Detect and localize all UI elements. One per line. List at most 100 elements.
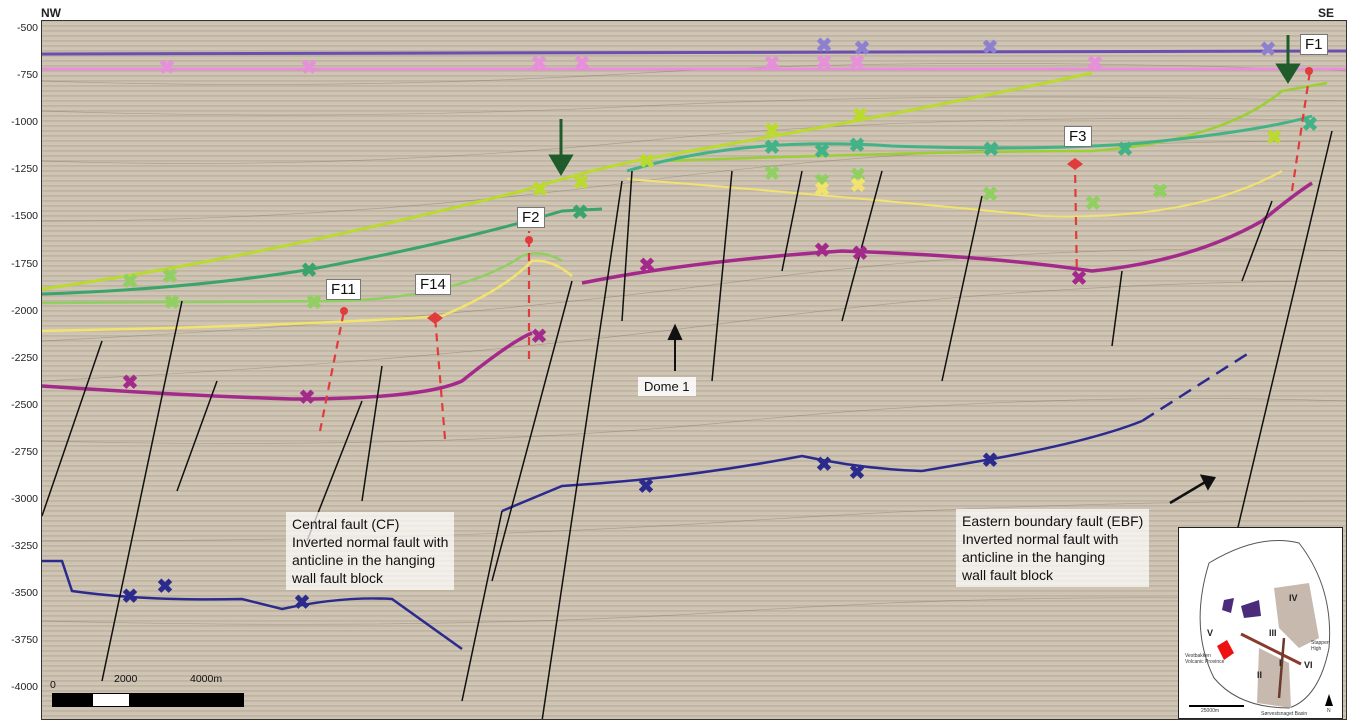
- fault-label-f14: F14: [415, 274, 451, 295]
- region-v: V: [1207, 628, 1214, 638]
- seismic-figure: NW SE -500 -750 -1000 -1250 -1500 -1750 -2000 -…: [0, 0, 1352, 727]
- svg-text:✖: ✖: [1152, 181, 1169, 203]
- scale-bar: [52, 693, 244, 707]
- depth-tick-label: -2250: [11, 351, 38, 364]
- depth-tick-label: -1250: [11, 163, 38, 176]
- svg-text:✖: ✖: [572, 202, 589, 224]
- svg-text:✖: ✖: [157, 576, 174, 598]
- svg-text:✖: ✖: [1260, 39, 1277, 61]
- svg-text:✖: ✖: [531, 326, 548, 348]
- nw-label: NW: [41, 6, 61, 20]
- fault-label-f11: F11: [326, 279, 361, 300]
- svg-text:✖: ✖: [982, 37, 999, 59]
- svg-text:✖: ✖: [1071, 268, 1088, 290]
- svg-text:✖: ✖: [849, 135, 866, 157]
- inset-basin-label: Sørvestsnaget Basin: [1261, 711, 1308, 717]
- svg-text:✖: ✖: [294, 592, 311, 614]
- svg-text:✖: ✖: [982, 184, 999, 206]
- depth-tick-label: -3250: [11, 540, 38, 553]
- scale-zero: 0: [50, 679, 56, 691]
- inset-north-label: N: [1327, 708, 1331, 714]
- depth-tick-label: -500: [16, 22, 38, 34]
- depth-tick-label: -2500: [11, 398, 38, 411]
- svg-text:✖: ✖: [814, 141, 831, 163]
- svg-text:✖: ✖: [573, 172, 590, 194]
- svg-text:✖: ✖: [764, 53, 781, 75]
- svg-text:✖: ✖: [852, 105, 869, 127]
- depth-tick-label: -1750: [11, 257, 38, 270]
- horizon-yellow-east: [626, 170, 1283, 218]
- svg-text:✖: ✖: [299, 387, 316, 409]
- svg-text:✖: ✖: [1266, 127, 1283, 149]
- svg-text:✖: ✖: [122, 586, 139, 608]
- svg-text:✖: ✖: [982, 450, 999, 472]
- svg-text:✖: ✖: [164, 292, 181, 314]
- svg-text:✖: ✖: [639, 151, 656, 173]
- depth-tick-label: -1000: [11, 116, 38, 129]
- svg-text:✖: ✖: [850, 175, 867, 197]
- svg-text:✖: ✖: [816, 454, 833, 476]
- scale-end: 4000m: [190, 673, 223, 685]
- inset-map: [1189, 540, 1333, 709]
- svg-text:✖: ✖: [531, 53, 548, 75]
- svg-text:✖: ✖: [1117, 139, 1134, 161]
- svg-text:✖: ✖: [814, 240, 831, 262]
- depth-tick-label: -2750: [11, 445, 38, 458]
- interpretation-overlay: ✖ ✖ ✖ ✖ ✖ ✖ ✖ ✖ ✖ ✖ ✖ ✖ ✖ ✖ ✖ ✖ ✖ ✖ ✖ ✖ ✖ ✖ ✖ ✖ ✖ ✖ ✖…: [42, 35, 1346, 719]
- region-ii: II: [1257, 670, 1263, 680]
- location-map-inset: IV III V VI II I 25000m N Vestbakken Vol…: [1178, 527, 1343, 719]
- dome-arrow: [667, 323, 683, 371]
- svg-text:✖: ✖: [532, 179, 549, 201]
- central-fault-note: Central fault (CF) Inverted normal fault…: [286, 512, 455, 590]
- svg-text:✖: ✖: [854, 38, 871, 60]
- fault-label-f3: F3: [1064, 126, 1092, 147]
- fault-label-f2: F2: [517, 207, 545, 228]
- svg-text:✖: ✖: [764, 137, 781, 159]
- depth-tick-label: -750: [16, 69, 38, 82]
- region-iii: III: [1269, 628, 1277, 638]
- svg-text:✖: ✖: [849, 462, 866, 484]
- svg-text:✖: ✖: [764, 163, 781, 185]
- svg-text:✖: ✖: [162, 266, 179, 288]
- inset-high-label: Stappen High: [1311, 640, 1330, 652]
- svg-text:✖: ✖: [159, 57, 176, 79]
- inset-scale-label: 25000m: [1201, 708, 1220, 714]
- svg-text:✖: ✖: [301, 260, 318, 282]
- svg-text:✖: ✖: [1087, 53, 1104, 75]
- depth-tick-label: -3750: [11, 634, 38, 647]
- depth-tick-label: -3500: [11, 587, 38, 600]
- svg-text:✖: ✖: [639, 255, 656, 277]
- depth-tick-label: -1500: [11, 210, 38, 223]
- horizon-magenta-east: [581, 181, 1313, 285]
- svg-text:✖: ✖: [816, 35, 833, 57]
- region-i: I: [1279, 658, 1282, 668]
- depth-tick-label: -4000: [11, 681, 38, 694]
- svg-text:✖: ✖: [122, 271, 139, 293]
- se-label: SE: [1318, 6, 1335, 20]
- svg-text:✖: ✖: [574, 53, 591, 75]
- svg-text:✖: ✖: [122, 372, 139, 394]
- svg-text:✖: ✖: [983, 139, 1000, 161]
- depth-tick-label: -2000: [11, 304, 38, 317]
- reflector-texture: [42, 63, 1346, 625]
- svg-text:✖: ✖: [1302, 114, 1319, 136]
- eastern-fault-note: Eastern boundary fault (EBF) Inverted no…: [956, 509, 1150, 587]
- fault-label-f1: F1: [1300, 34, 1328, 55]
- scale-mid: 2000: [114, 673, 138, 685]
- svg-text:✖: ✖: [306, 292, 323, 314]
- svg-text:✖: ✖: [852, 243, 869, 265]
- dome-1-label: Dome 1: [638, 377, 696, 396]
- svg-text:✖: ✖: [1085, 193, 1102, 215]
- svg-text:✖: ✖: [814, 179, 831, 201]
- basement-mid-dashed: [1141, 349, 1253, 423]
- seismic-section: ✖ ✖ ✖ ✖ ✖ ✖ ✖ ✖ ✖ ✖ ✖ ✖ ✖ ✖ ✖ ✖ ✖ ✖ ✖ ✖ ✖ ✖ ✖ ✖ ✖ ✖ ✖…: [41, 20, 1347, 720]
- region-iv: IV: [1289, 593, 1298, 603]
- svg-text:✖: ✖: [638, 476, 655, 498]
- horizon-purple: [42, 49, 1346, 56]
- region-vi: VI: [1304, 660, 1313, 670]
- ebf-arrow: [1169, 474, 1217, 505]
- inset-province-label: Vestbakken Volcanic Province: [1185, 653, 1225, 665]
- depth-tick-label: -3000: [11, 493, 38, 505]
- faults: [42, 130, 1333, 719]
- svg-text:✖: ✖: [301, 57, 318, 79]
